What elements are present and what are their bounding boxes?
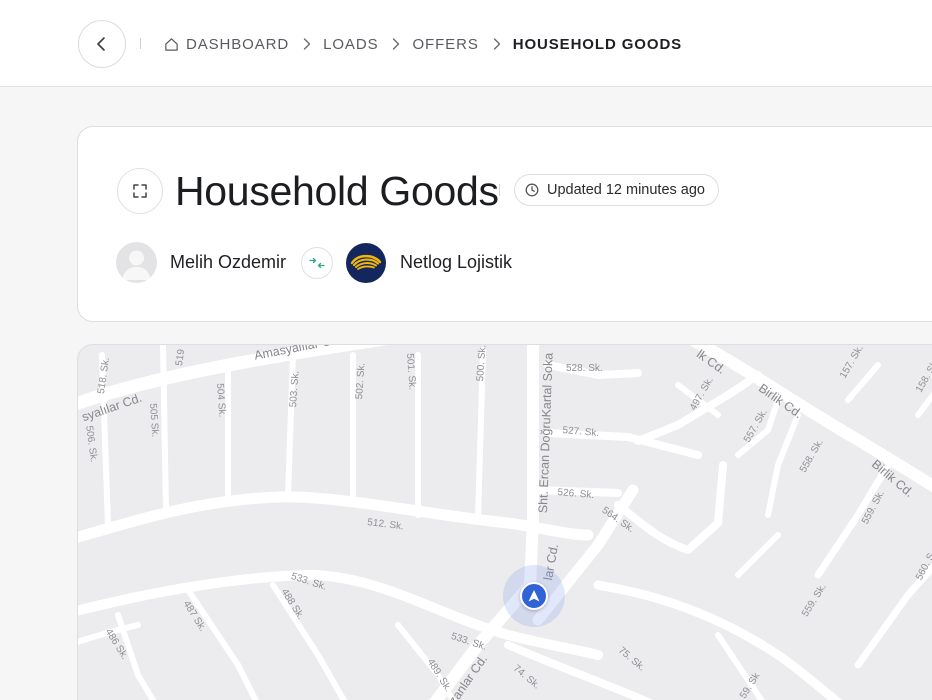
breadcrumb-offers[interactable]: OFFERS [412,36,478,53]
map-streets [78,345,932,700]
map[interactable]: Amasyalılar Cd. syalılar Cd. 518. Sk. 51… [77,344,932,700]
breadcrumb-label: DASHBOARD [186,35,290,53]
street-label: 519 [174,348,188,367]
top-bar: DASHBOARD LOADS OFFERS HOUSEHOLD GOODS [0,0,932,87]
company-logo [346,243,386,283]
person-name: Melih Ozdemir [170,252,287,272]
divider [140,38,141,49]
chevron-left-icon [97,37,105,51]
user-icon [122,250,151,280]
home-icon [165,37,178,51]
street-label: 504 Sk. [214,383,228,418]
page-title: Household Goods [175,168,499,214]
updated-badge: Updated 12 minutes ago [514,174,719,206]
load-summary-card: Household Goods Updated 12 minutes ago M… [77,126,932,322]
breadcrumb: DASHBOARD LOADS OFFERS HOUSEHOLD GOODS [164,33,682,55]
expand-icon [133,184,147,198]
arrows-in-icon [309,257,325,269]
breadcrumb-household-goods: HOUSEHOLD GOODS [513,36,682,53]
avatar [116,242,157,283]
breadcrumb-loads[interactable]: LOADS [323,36,378,53]
clock-icon [525,183,539,197]
street-label: 505 Sk. [147,403,161,438]
chevron-right-icon [392,38,400,50]
street-label: 528. Sk. [566,363,603,374]
swap-button[interactable] [301,247,333,279]
divider [499,184,500,196]
chevron-right-icon [493,38,501,50]
back-button[interactable] [78,20,126,68]
chevron-right-icon [303,38,311,50]
vehicle-location-marker[interactable] [503,565,565,627]
company-name: Netlog Lojistik [400,252,513,272]
breadcrumb-dashboard[interactable]: DASHBOARD [164,36,289,53]
breadcrumb-label: LOADS [323,35,379,53]
breadcrumb-label: HOUSEHOLD GOODS [512,35,683,53]
updated-text: Updated 12 minutes ago [547,182,705,198]
expand-button[interactable] [117,168,163,214]
navigation-arrow-icon [520,582,548,610]
breadcrumb-label: OFFERS [412,35,479,53]
